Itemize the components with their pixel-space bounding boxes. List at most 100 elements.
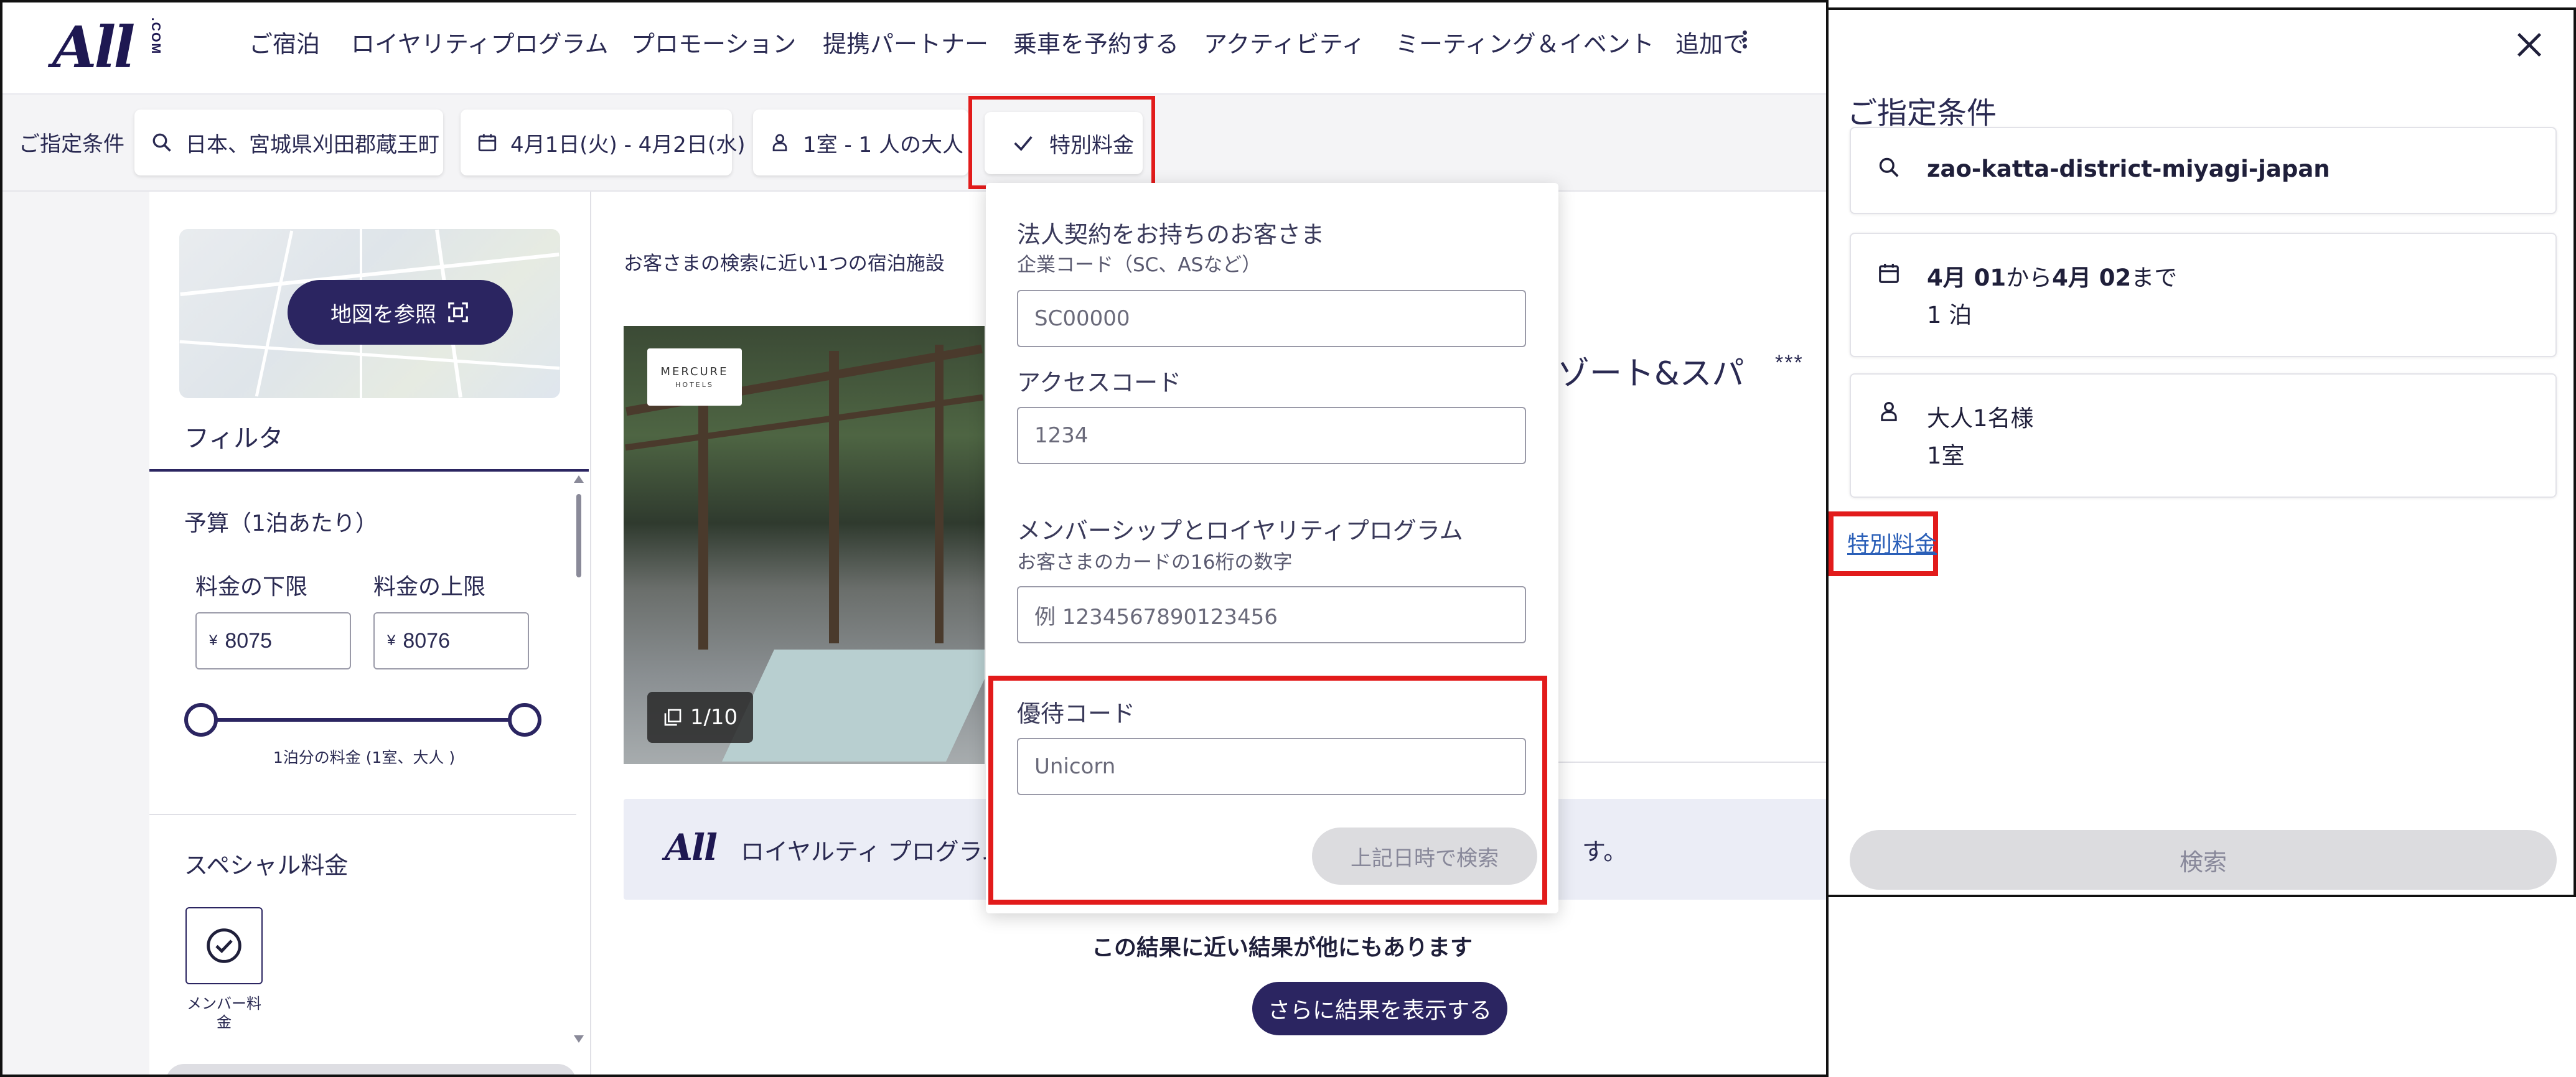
- min-price-value: 8075: [225, 628, 272, 653]
- mobile-search-panel: ご指定条件 zao-katta-district-miyagi-japan 4月…: [1826, 7, 2576, 897]
- nav-item-partners[interactable]: 提携パートナー: [823, 25, 988, 59]
- expand-icon: [448, 302, 468, 322]
- left-gutter: [2, 192, 149, 1075]
- scroll-down-icon[interactable]: [574, 1035, 584, 1043]
- calendar-icon: [478, 134, 497, 152]
- mobile-dates-card[interactable]: 4月 01から4月 02まで 1 泊: [1850, 233, 2557, 357]
- mobile-nights-text: 1 泊: [1927, 302, 1972, 329]
- hotel-stars: ***: [1775, 351, 1804, 375]
- scroll-thumb[interactable]: [576, 494, 581, 577]
- apply-filter-button[interactable]: [166, 1064, 576, 1075]
- mobile-title: ご指定条件: [1847, 96, 1997, 131]
- special-rate-chip-highlight: 特別料金: [968, 96, 1155, 189]
- currency-symbol: ¥: [387, 632, 396, 649]
- nav-item-loyalty[interactable]: ロイヤリティプログラム: [351, 25, 608, 59]
- all-logo[interactable]: All .COM: [52, 14, 164, 81]
- checkmark-icon: [1014, 136, 1033, 151]
- destination-chip[interactable]: 日本、宮城県刈田郡蔵王町: [134, 110, 443, 175]
- logo-com: .COM: [149, 17, 162, 55]
- search-icon: [1879, 157, 1899, 177]
- more-results-text: この結果に近い結果が他にもあります: [1091, 935, 1473, 961]
- membership-sublabel: お客さまのカードの16桁の数字: [1017, 551, 1293, 574]
- mercure-logo-text: MERCURE: [660, 365, 729, 378]
- map-preview[interactable]: 地図を参照: [179, 229, 560, 398]
- show-more-results-button[interactable]: さらに結果を表示する: [1252, 982, 1507, 1035]
- dates-text: 4月1日(火) - 4月2日(水): [510, 132, 746, 157]
- person-icon: [772, 134, 787, 152]
- nav-item-more[interactable]: 追加で: [1675, 25, 1746, 59]
- min-price-input[interactable]: ¥ 8075: [195, 612, 351, 669]
- mobile-rooms-text: 1室: [1927, 442, 1965, 469]
- mobile-guests-card[interactable]: 大人1名様 1室: [1850, 373, 2557, 498]
- price-slider-track[interactable]: [200, 718, 524, 722]
- mobile-destination-text: zao-katta-district-miyagi-japan: [1927, 156, 2330, 182]
- search-with-dates-button[interactable]: 上記日時で検索: [1312, 828, 1537, 885]
- price-slider-max-handle[interactable]: [508, 703, 541, 737]
- scroll-up-icon[interactable]: [574, 475, 584, 483]
- corporate-sublabel: 企業コード（SC、ASなど）: [1017, 254, 1262, 276]
- access-code-label: アクセスコード: [1017, 369, 1182, 396]
- check-circle-icon: [207, 928, 241, 963]
- gallery-icon: [664, 709, 681, 726]
- section-divider: [149, 814, 576, 815]
- view-map-button[interactable]: 地図を参照: [288, 280, 513, 345]
- search-summary-bar: ご指定条件 日本、宮城県刈田郡蔵王町 4月1日(火) - 4月2日(水) 1室 …: [2, 95, 1826, 192]
- corporate-label: 法人契約をお持ちのお客さま: [1017, 221, 1325, 248]
- loyalty-all-logo: All: [665, 826, 718, 869]
- mercure-logo-sub: HOTELS: [675, 381, 714, 389]
- special-rate-title: スペシャル料金: [184, 852, 349, 879]
- view-map-label: 地図を参照: [330, 302, 436, 327]
- corporate-code-input[interactable]: SC00000: [1017, 290, 1526, 347]
- special-rate-link[interactable]: 特別料金: [1847, 526, 1937, 559]
- member-rate-toggle[interactable]: [185, 907, 263, 984]
- destination-text: 日本、宮城県刈田郡蔵王町: [185, 132, 439, 157]
- loyalty-text: ロイヤルティ プログラム: [741, 838, 1006, 865]
- guests-text: 1室 - 1 人の大人: [803, 132, 963, 157]
- max-price-value: 8076: [403, 628, 450, 653]
- search-conditions-label: ご指定条件: [19, 132, 124, 157]
- calendar-icon: [1879, 263, 1899, 283]
- card-divider: [1556, 762, 1826, 763]
- filter-divider: [149, 469, 589, 472]
- nav-item-rides[interactable]: 乗車を予約する: [1013, 25, 1179, 59]
- membership-number-input[interactable]: 例 1234567890123456: [1017, 586, 1526, 643]
- desktop-site: All .COM ご宿泊 ロイヤリティプログラム プロモーション 提携パートナー…: [0, 0, 1829, 1077]
- promo-code-input[interactable]: Unicorn: [1017, 738, 1526, 795]
- mobile-dates-line1: 4月 01から4月 02まで: [1927, 264, 2178, 291]
- mobile-search-button[interactable]: 検索: [1850, 830, 2557, 890]
- membership-label: メンバーシップとロイヤリティプログラム: [1017, 517, 1463, 544]
- mercure-logo: MERCURE HOTELS: [647, 348, 742, 406]
- filter-title: フィルタ: [184, 424, 284, 453]
- person-icon: [1881, 401, 1897, 421]
- special-rate-text: 特別料金: [1049, 133, 1134, 158]
- logo-text: All: [52, 14, 135, 81]
- search-icon: [152, 133, 171, 152]
- loyalty-text-end: す。: [1582, 838, 1628, 865]
- filter-sidebar: 地図を参照 フィルタ 予算（1泊あたり） 料金の下限 料金の上限 ¥ 8075 …: [149, 192, 591, 1075]
- close-icon[interactable]: [2513, 29, 2546, 61]
- budget-title: 予算（1泊あたり）: [184, 511, 378, 536]
- max-price-label: 料金の上限: [373, 574, 486, 600]
- nav-item-meetings[interactable]: ミーティング＆イベント: [1395, 25, 1654, 59]
- more-vertical-icon[interactable]: [1740, 29, 1749, 54]
- access-code-input[interactable]: 1234: [1017, 407, 1526, 464]
- mobile-guests-text: 大人1名様: [1927, 405, 2034, 432]
- nav-item-activities[interactable]: アクティビティ: [1204, 25, 1365, 59]
- currency-symbol: ¥: [209, 632, 218, 649]
- mobile-destination-card[interactable]: zao-katta-district-miyagi-japan: [1850, 127, 2557, 214]
- image-counter[interactable]: 1/10: [647, 692, 753, 743]
- special-rate-chip[interactable]: 特別料金: [985, 112, 1143, 174]
- dates-chip[interactable]: 4月1日(火) - 4月2日(水): [461, 110, 745, 175]
- nav-item-stay[interactable]: ご宿泊: [249, 25, 320, 59]
- hotel-photo[interactable]: MERCURE HOTELS 1/10: [624, 326, 985, 764]
- min-price-label: 料金の下限: [195, 574, 308, 600]
- top-navigation: All .COM ご宿泊 ロイヤリティプログラム プロモーション 提携パートナー…: [2, 2, 1826, 95]
- nav-item-promotion[interactable]: プロモーション: [631, 25, 796, 59]
- price-slider-min-handle[interactable]: [184, 703, 218, 737]
- guests-chip[interactable]: 1室 - 1 人の大人: [753, 110, 968, 175]
- slider-caption: 1泊分の料金 (1室、大人 ): [273, 748, 456, 767]
- image-counter-text: 1/10: [690, 705, 738, 730]
- member-rate-caption: メンバー料金: [187, 995, 261, 1031]
- special-rate-dropdown: 法人契約をお持ちのお客さま 企業コード（SC、ASなど） SC00000 アクセ…: [986, 183, 1558, 913]
- max-price-input[interactable]: ¥ 8076: [373, 612, 529, 669]
